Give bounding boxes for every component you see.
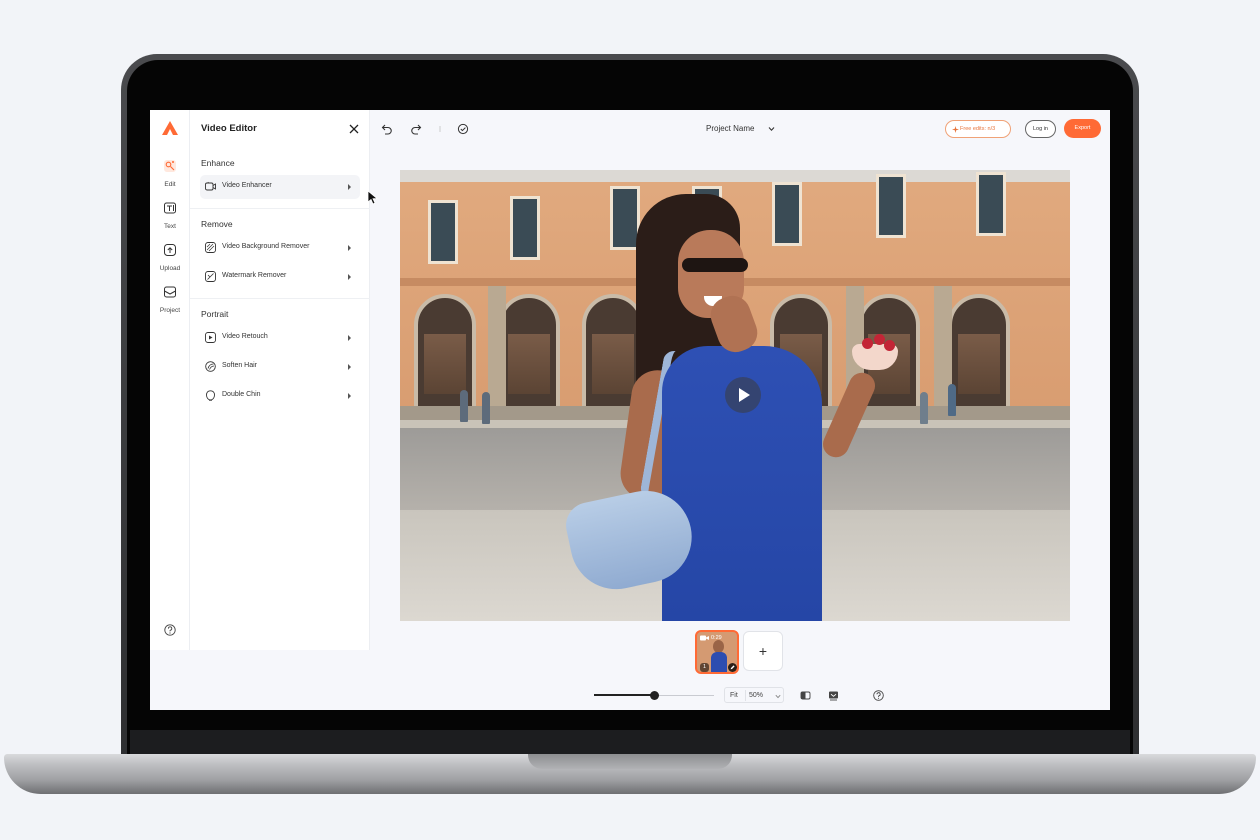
caption-icon[interactable] [828,690,839,701]
tool-label: Video Enhancer [222,182,272,189]
sunglasses [682,258,748,272]
chevron-down-icon[interactable] [775,694,781,699]
redo-icon[interactable] [410,123,422,135]
rail-item-text[interactable]: Text [150,201,190,230]
help-icon[interactable] [873,690,884,701]
rail-item-edit[interactable]: Edit [150,159,190,188]
building-window [428,200,458,264]
chevron-right-icon [348,245,351,251]
help-icon[interactable] [164,624,176,636]
tool-label: Watermark Remover [222,272,287,279]
laptop-notch [528,754,732,769]
project-icon [164,286,176,298]
pedestrian [920,392,928,424]
tool-video-retouch[interactable]: Video Retouch [200,326,360,350]
rail-label-upload: Upload [159,265,181,272]
pencil-icon[interactable] [728,663,737,672]
add-clip-button[interactable]: + [743,631,783,671]
sky-strip [400,170,1070,182]
separator-icon [439,126,441,132]
mouse-cursor-icon [367,190,379,205]
export-button[interactable]: Export [1064,119,1101,138]
clip-index: 1 [700,663,709,672]
building-window [976,172,1006,236]
rail-item-upload[interactable]: Upload [150,243,190,272]
close-icon[interactable] [349,124,359,134]
section-divider [190,208,370,209]
panel-title: Video Editor [201,123,257,134]
video-preview[interactable] [400,170,1070,621]
tool-label: Double Chin [222,391,261,398]
edit-icon [164,160,176,172]
undo-icon[interactable] [381,123,393,135]
play-button-icon[interactable] [725,377,761,413]
app-logo-icon[interactable] [162,121,178,135]
double-chin-icon [206,390,215,401]
watermark-remover-icon [205,271,216,282]
pedestrian [948,384,956,416]
fit-button[interactable]: Fit [730,692,738,699]
clip-thumbnail-dress [711,652,727,672]
pedestrian [482,392,490,424]
chevron-right-icon [348,184,351,190]
zoom-divider [745,690,746,701]
retouch-icon [205,332,216,343]
left-rail: Edit Text Upload Project [150,110,190,650]
section-remove: Remove [201,219,233,229]
sparkle-icon [952,126,959,133]
chevron-right-icon [348,364,351,370]
tool-label: Video Background Remover [222,243,310,250]
saved-check-icon[interactable] [457,123,469,135]
chevron-right-icon [348,335,351,341]
raspberry [862,338,873,349]
tool-soften-hair[interactable]: Soften Hair [200,355,360,379]
building-window [876,174,906,238]
building-pillar [488,286,506,426]
background-remover-icon [205,242,216,253]
chevron-right-icon [348,274,351,280]
rail-label-edit: Edit [164,181,176,188]
video-enhancer-icon [205,181,216,191]
text-icon [164,202,176,214]
timeline-clip[interactable]: 0:29 1 [695,630,739,674]
section-portrait: Portrait [201,309,229,319]
upload-icon [164,244,176,256]
laptop-chin [130,730,1130,754]
tool-label: Soften Hair [222,362,258,369]
section-divider [190,298,370,299]
tool-double-chin[interactable]: Double Chin [200,384,360,408]
zoom-slider-thumb[interactable] [649,691,659,700]
rail-label-text: Text [164,223,176,230]
top-bar: Project Name Free edits: n/3 Log in Expo… [371,110,1110,148]
login-button[interactable]: Log in [1025,120,1056,138]
zoom-value: 50% [749,692,764,699]
chevron-down-icon[interactable] [768,126,775,132]
free-edits-label: Free edits: n/3 [960,126,996,132]
pedestrian [460,390,468,422]
video-camera-icon [700,635,709,641]
app-screen: Edit Text Upload Project Video Editor En… [150,110,1110,710]
tool-watermark-remover[interactable]: Watermark Remover [200,265,360,289]
zoom-select[interactable]: Fit 50% [724,687,784,703]
rail-item-project[interactable]: Project [150,285,190,314]
video-editor-panel: Video Editor Enhance Video Enhancer Remo… [190,110,379,650]
zoom-slider-fill [594,694,654,696]
soften-hair-icon [205,361,216,372]
project-name[interactable]: Project Name [706,124,754,133]
clip-duration: 0:29 [711,635,722,641]
section-enhance: Enhance [201,158,235,168]
rail-label-project: Project [159,307,181,314]
compare-icon[interactable] [800,690,811,701]
raspberry [884,340,895,351]
tool-label: Video Retouch [222,333,268,340]
shop-arch [498,294,560,412]
tool-video-enhancer[interactable]: Video Enhancer [200,175,360,199]
tool-video-background-remover[interactable]: Video Background Remover [200,236,360,260]
shop-arch [948,294,1010,412]
free-edits-button[interactable]: Free edits: n/3 [945,120,1011,138]
building-window [772,182,802,246]
building-window [510,196,540,260]
chevron-right-icon [348,393,351,399]
